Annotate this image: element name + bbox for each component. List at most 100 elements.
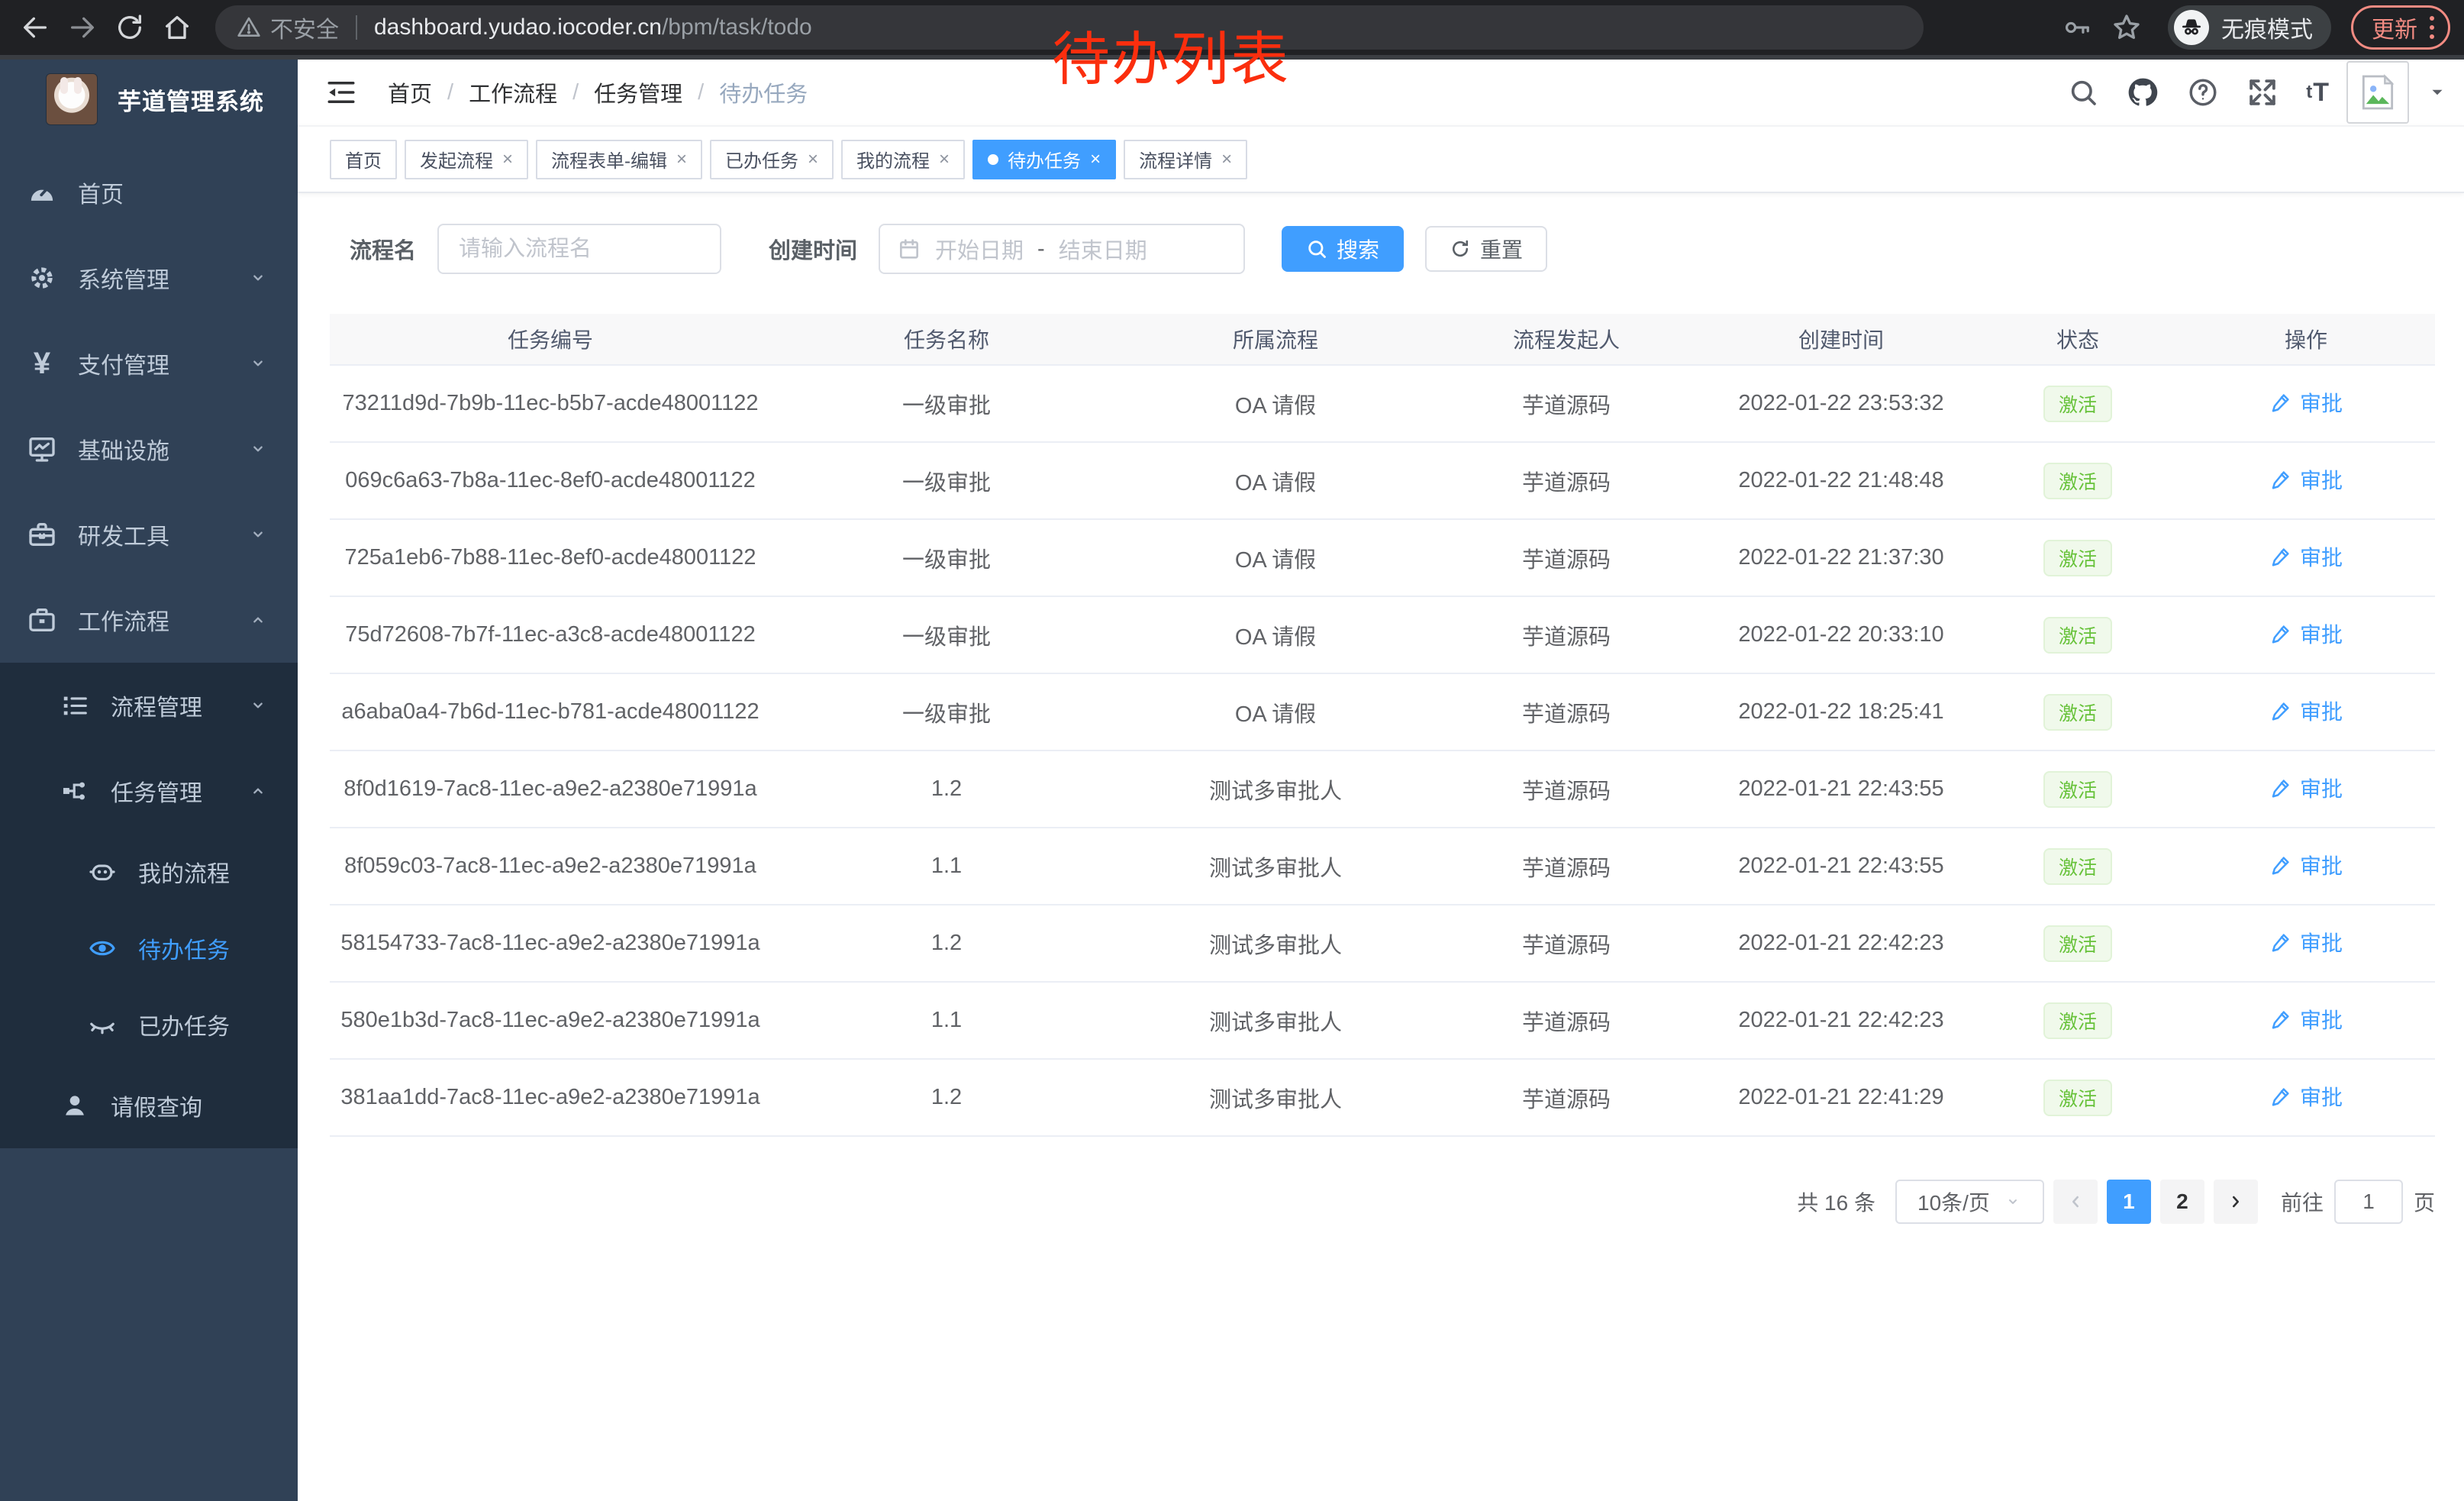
close-icon[interactable]: × (808, 149, 818, 170)
github-icon[interactable] (2126, 76, 2159, 109)
process-starter: 芋道源码 (1429, 928, 1704, 960)
create-time: 2022-01-22 18:25:41 (1704, 699, 1979, 725)
sidebar-item-payment[interactable]: ¥ 支付管理 (0, 321, 298, 406)
close-icon[interactable]: × (676, 149, 687, 170)
user-icon (59, 1091, 91, 1120)
chevron-down-icon (247, 353, 269, 374)
sidebar-item-infrastructure[interactable]: 基础设施 (0, 406, 298, 492)
tab-process-detail[interactable]: 流程详情 × (1124, 140, 1247, 179)
next-page-button[interactable] (2214, 1180, 2258, 1224)
tab-process-form-edit[interactable]: 流程表单-编辑 × (536, 140, 702, 179)
sidebar-item-workflow[interactable]: 工作流程 (0, 577, 298, 663)
sidebar-item-process-management[interactable]: 流程管理 (0, 663, 298, 748)
create-time: 2022-01-22 21:37:30 (1704, 545, 1979, 570)
sidebar-item-task-management[interactable]: 任务管理 (0, 748, 298, 834)
chevron-down-icon (247, 524, 269, 545)
process-name: 测试多审批人 (1122, 928, 1429, 960)
process-name: 测试多审批人 (1122, 1005, 1429, 1037)
table-row: 58154733-7ac8-11ec-a9e2-a2380e71991a 1.2… (330, 905, 2435, 983)
date-range-picker[interactable]: 开始日期 - 结束日期 (879, 224, 1245, 274)
back-icon[interactable] (14, 6, 56, 49)
reload-icon[interactable] (108, 6, 151, 49)
bookmark-star-icon[interactable] (2111, 12, 2142, 43)
task-name: 一级审批 (771, 388, 1122, 420)
sidebar: 芋道管理系统 首页 系统管理 (0, 60, 298, 1501)
close-icon[interactable]: × (502, 149, 513, 170)
page-button-2[interactable]: 2 (2160, 1180, 2204, 1224)
help-icon[interactable] (2187, 76, 2219, 108)
col-process: 所属流程 (1122, 324, 1429, 354)
task-name: 1.2 (771, 931, 1122, 956)
text-size-icon[interactable]: tT (2306, 78, 2330, 108)
status-badge: 激活 (2043, 463, 2112, 499)
search-icon (1306, 238, 1327, 260)
start-date-placeholder[interactable]: 开始日期 (935, 233, 1024, 265)
audit-button[interactable]: 审批 (2269, 696, 2343, 726)
audit-button[interactable]: 审批 (2269, 850, 2343, 880)
process-name: OA 请假 (1122, 619, 1429, 651)
tab-done-tasks[interactable]: 已办任务 × (710, 140, 834, 179)
audit-button[interactable]: 审批 (2269, 618, 2343, 649)
chevron-down-icon (247, 695, 269, 716)
search-button[interactable]: 搜索 (1282, 226, 1404, 272)
breadcrumb-workflow[interactable]: 工作流程 (469, 76, 557, 108)
audit-button[interactable]: 审批 (2269, 464, 2343, 495)
status-badge: 激活 (2043, 1002, 2112, 1039)
audit-button[interactable]: 审批 (2269, 773, 2343, 803)
incognito-badge: 无痕模式 (2168, 5, 2331, 50)
task-name: 一级审批 (771, 696, 1122, 728)
audit-button[interactable]: 审批 (2269, 1004, 2343, 1035)
table-row: 580e1b3d-7ac8-11ec-a9e2-a2380e71991a 1.1… (330, 983, 2435, 1060)
tab-start-process[interactable]: 发起流程 × (405, 140, 528, 179)
breadcrumb-current: 待办任务 (719, 76, 808, 108)
breadcrumb-home[interactable]: 首页 (388, 76, 432, 108)
sidebar-item-dev-tools[interactable]: 研发工具 (0, 492, 298, 577)
sidebar-collapse-icon[interactable] (325, 76, 357, 108)
dashboard-icon (26, 177, 58, 208)
sidebar-item-home[interactable]: 首页 (0, 150, 298, 235)
process-starter: 芋道源码 (1429, 388, 1704, 420)
process-name: OA 请假 (1122, 388, 1429, 420)
end-date-placeholder[interactable]: 结束日期 (1059, 233, 1147, 265)
app-logo-row[interactable]: 芋道管理系统 (0, 60, 298, 139)
page-button-1[interactable]: 1 (2107, 1180, 2151, 1224)
audit-button[interactable]: 审批 (2269, 1081, 2343, 1112)
close-icon[interactable]: × (1221, 149, 1232, 170)
audit-button[interactable]: 审批 (2269, 387, 2343, 418)
forward-icon[interactable] (61, 6, 104, 49)
process-name-input[interactable] (437, 224, 721, 274)
sidebar-item-todo-tasks[interactable]: 待办任务 (0, 910, 298, 986)
tab-home[interactable]: 首页 (330, 140, 397, 179)
task-name: 1.1 (771, 854, 1122, 879)
goto-page-input[interactable] (2334, 1180, 2403, 1224)
prev-page-button[interactable] (2053, 1180, 2098, 1224)
total-count: 共 16 条 (1797, 1186, 1875, 1217)
toolbox-icon (26, 519, 58, 550)
audit-button[interactable]: 审批 (2269, 541, 2343, 572)
close-icon[interactable]: × (939, 149, 950, 170)
reset-button[interactable]: 重置 (1425, 226, 1547, 272)
pagination: 共 16 条 10条/页 1 2 前往 页 (298, 1180, 2464, 1224)
breadcrumb-task-management[interactable]: 任务管理 (594, 76, 682, 108)
table-row: 069c6a63-7b8a-11ec-8ef0-acde48001122 一级审… (330, 443, 2435, 520)
status-badge: 激活 (2043, 771, 2112, 808)
tab-todo-tasks[interactable]: 待办任务 × (972, 140, 1116, 179)
sidebar-item-done-tasks[interactable]: 已办任务 (0, 986, 298, 1063)
sidebar-item-my-process[interactable]: 我的流程 (0, 834, 298, 910)
page-size-select[interactable]: 10条/页 (1895, 1180, 2044, 1224)
search-icon[interactable] (2068, 77, 2098, 108)
avatar-caret-icon[interactable] (2427, 82, 2447, 102)
chrome-menu-icon[interactable] (2430, 16, 2434, 39)
close-icon[interactable]: × (1090, 149, 1101, 170)
home-icon[interactable] (156, 6, 198, 49)
avatar[interactable] (2346, 61, 2409, 124)
chrome-update-button[interactable]: 更新 (2351, 5, 2450, 50)
sidebar-item-system[interactable]: 系统管理 (0, 235, 298, 321)
audit-button[interactable]: 审批 (2269, 927, 2343, 957)
tab-my-process[interactable]: 我的流程 × (841, 140, 965, 179)
main-content: 首页 / 工作流程 / 任务管理 / 待办任务 (298, 60, 2464, 1501)
password-key-icon[interactable] (2062, 13, 2091, 42)
fullscreen-icon[interactable] (2246, 76, 2279, 108)
sidebar-item-leave-query[interactable]: 请假查询 (0, 1063, 298, 1148)
url-divider (356, 15, 357, 40)
